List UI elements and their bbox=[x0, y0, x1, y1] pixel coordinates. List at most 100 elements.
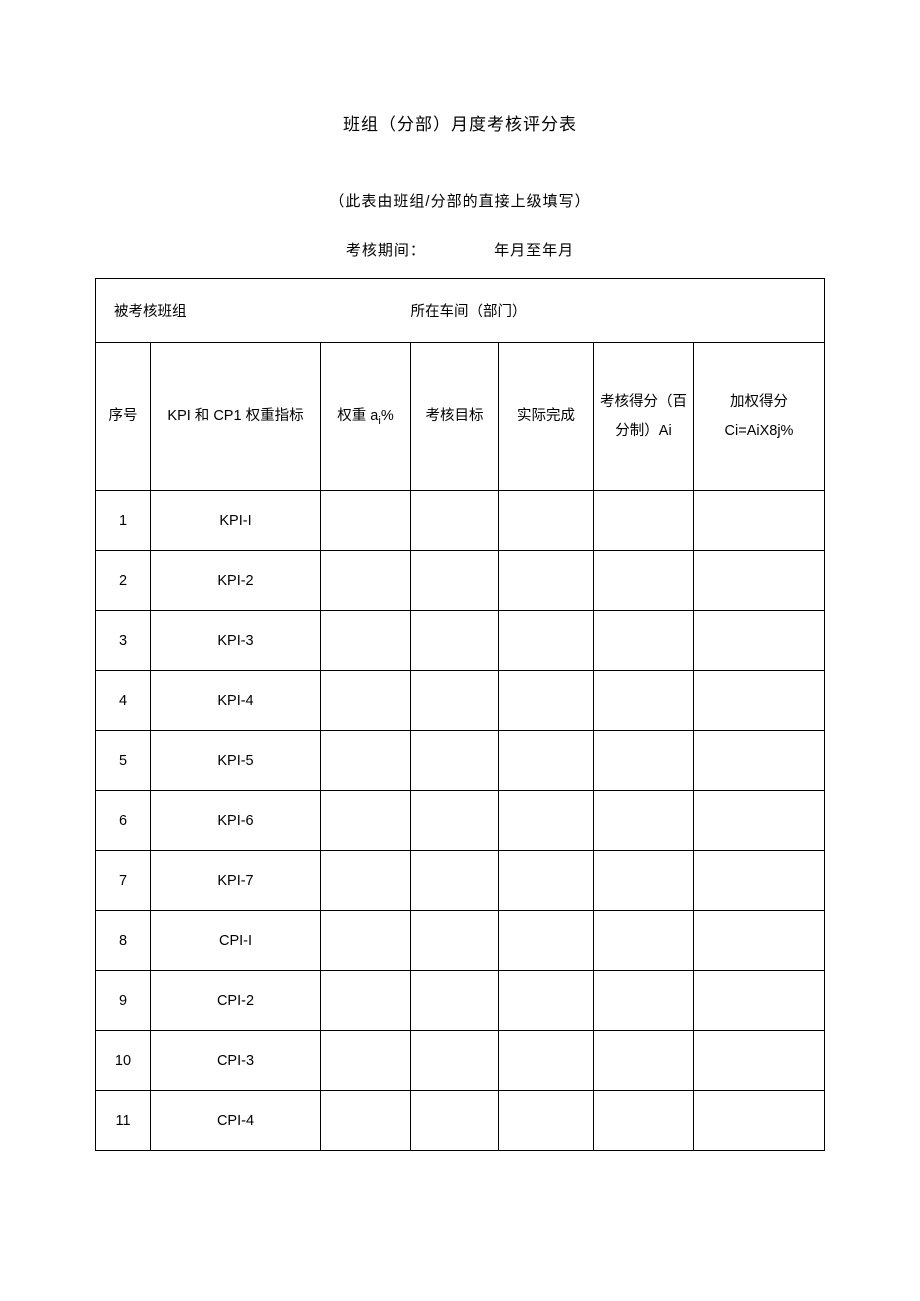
cell-seq: 4 bbox=[96, 671, 151, 731]
cell-name: CPI-2 bbox=[151, 971, 321, 1031]
cell-weight bbox=[321, 911, 411, 971]
cell-weighted bbox=[694, 611, 825, 671]
cell-actual bbox=[499, 491, 594, 551]
cell-seq: 1 bbox=[96, 491, 151, 551]
page-title: 班组（分部）月度考核评分表 bbox=[95, 110, 825, 135]
cell-seq: 3 bbox=[96, 611, 151, 671]
cell-target bbox=[411, 851, 499, 911]
cell-score bbox=[594, 611, 694, 671]
table-row: 7KPI-7 bbox=[96, 851, 825, 911]
cell-weight bbox=[321, 1031, 411, 1091]
header-weighted-formula: Ci=AiX8j% bbox=[725, 423, 794, 439]
cell-weighted bbox=[694, 971, 825, 1031]
cell-target bbox=[411, 791, 499, 851]
table-row: 1KPI-I bbox=[96, 491, 825, 551]
cell-name: KPI-3 bbox=[151, 611, 321, 671]
cell-seq: 9 bbox=[96, 971, 151, 1031]
cell-weight bbox=[321, 491, 411, 551]
cell-weight bbox=[321, 611, 411, 671]
cell-score bbox=[594, 1031, 694, 1091]
cell-weight bbox=[321, 671, 411, 731]
cell-actual bbox=[499, 971, 594, 1031]
header-seq: 序号 bbox=[96, 343, 151, 491]
cell-name: KPI-I bbox=[151, 491, 321, 551]
cell-name: CPI-3 bbox=[151, 1031, 321, 1091]
cell-seq: 11 bbox=[96, 1091, 151, 1151]
assessment-period: 考核期间： 年月至年月 bbox=[95, 239, 825, 260]
cell-score bbox=[594, 851, 694, 911]
cell-actual bbox=[499, 791, 594, 851]
cell-weighted bbox=[694, 1031, 825, 1091]
cell-target bbox=[411, 491, 499, 551]
cell-weighted bbox=[694, 911, 825, 971]
dept-value bbox=[594, 279, 825, 343]
cell-actual bbox=[499, 1031, 594, 1091]
table-row: 10CPI-3 bbox=[96, 1031, 825, 1091]
header-weight: 权重 ai% bbox=[321, 343, 411, 491]
cell-score bbox=[594, 671, 694, 731]
cell-weight bbox=[321, 971, 411, 1031]
cell-actual bbox=[499, 851, 594, 911]
cell-weighted bbox=[694, 671, 825, 731]
page-subtitle: （此表由班组/分部的直接上级填写） bbox=[95, 190, 825, 211]
cell-score bbox=[594, 731, 694, 791]
header-kpi: KPI 和 CP1 权重指标 bbox=[151, 343, 321, 491]
cell-seq: 7 bbox=[96, 851, 151, 911]
cell-seq: 5 bbox=[96, 731, 151, 791]
table-row: 11CPI-4 bbox=[96, 1091, 825, 1151]
cell-score bbox=[594, 791, 694, 851]
cell-weighted bbox=[694, 851, 825, 911]
header-weight-suffix: % bbox=[381, 408, 394, 424]
cell-name: KPI-6 bbox=[151, 791, 321, 851]
cell-weight bbox=[321, 791, 411, 851]
cell-name: KPI-7 bbox=[151, 851, 321, 911]
cell-target bbox=[411, 971, 499, 1031]
header-target: 考核目标 bbox=[411, 343, 499, 491]
cell-name: KPI-2 bbox=[151, 551, 321, 611]
cell-actual bbox=[499, 1091, 594, 1151]
cell-target bbox=[411, 611, 499, 671]
header-row: 序号 KPI 和 CP1 权重指标 权重 ai% 考核目标 实际完成 考核得分（… bbox=[96, 343, 825, 491]
period-label: 考核期间： bbox=[346, 242, 426, 259]
cell-actual bbox=[499, 551, 594, 611]
cell-seq: 2 bbox=[96, 551, 151, 611]
cell-weight bbox=[321, 1091, 411, 1151]
cell-weight bbox=[321, 851, 411, 911]
cell-weighted bbox=[694, 551, 825, 611]
cell-weight bbox=[321, 551, 411, 611]
period-range: 年月至年月 bbox=[494, 242, 574, 259]
header-weighted-label: 加权得分 bbox=[730, 394, 788, 410]
table-row: 4KPI-4 bbox=[96, 671, 825, 731]
table-row: 5KPI-5 bbox=[96, 731, 825, 791]
header-score: 考核得分（百分制）Ai bbox=[594, 343, 694, 491]
table-row: 9CPI-2 bbox=[96, 971, 825, 1031]
cell-target bbox=[411, 731, 499, 791]
table-row: 2KPI-2 bbox=[96, 551, 825, 611]
cell-score bbox=[594, 911, 694, 971]
cell-target bbox=[411, 1031, 499, 1091]
cell-weighted bbox=[694, 491, 825, 551]
cell-actual bbox=[499, 671, 594, 731]
cell-weighted bbox=[694, 731, 825, 791]
table-row: 6KPI-6 bbox=[96, 791, 825, 851]
cell-seq: 6 bbox=[96, 791, 151, 851]
cell-score bbox=[594, 491, 694, 551]
table-row: 3KPI-3 bbox=[96, 611, 825, 671]
cell-score bbox=[594, 1091, 694, 1151]
header-actual: 实际完成 bbox=[499, 343, 594, 491]
cell-actual bbox=[499, 611, 594, 671]
cell-score bbox=[594, 971, 694, 1031]
cell-name: CPI-I bbox=[151, 911, 321, 971]
table-row: 8CPI-I bbox=[96, 911, 825, 971]
cell-actual bbox=[499, 731, 594, 791]
cell-target bbox=[411, 1091, 499, 1151]
cell-seq: 10 bbox=[96, 1031, 151, 1091]
cell-target bbox=[411, 551, 499, 611]
cell-actual bbox=[499, 911, 594, 971]
cell-seq: 8 bbox=[96, 911, 151, 971]
cell-weight bbox=[321, 731, 411, 791]
cell-score bbox=[594, 551, 694, 611]
assessment-table: 被考核班组 所在车间（部门） 序号 KPI 和 CP1 权重指标 权重 ai% … bbox=[95, 278, 825, 1151]
cell-name: CPI-4 bbox=[151, 1091, 321, 1151]
cell-name: KPI-4 bbox=[151, 671, 321, 731]
